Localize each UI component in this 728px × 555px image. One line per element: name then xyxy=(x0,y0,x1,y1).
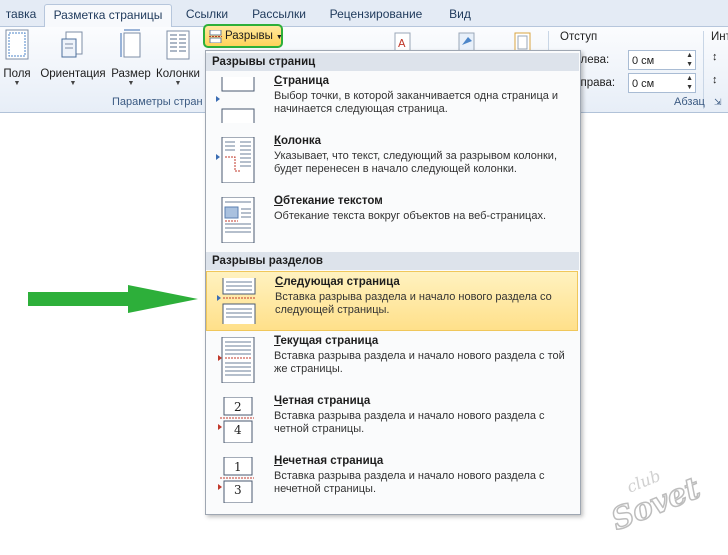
size-button[interactable]: Размер ▼ xyxy=(110,29,152,87)
club-sovet-watermark-logo: club Sovet xyxy=(606,466,706,535)
page-setup-group-label: Параметры стран xyxy=(112,96,203,108)
tab-mailings[interactable]: Рассылки xyxy=(245,4,313,25)
breaks-label: Разрывы xyxy=(225,30,273,42)
even-page-break-icon: 2 4 xyxy=(218,397,254,443)
even-thumb-num-bottom: 4 xyxy=(234,423,242,437)
tab-insert[interactable]: тавка xyxy=(0,4,44,25)
page-break-icon xyxy=(216,77,255,123)
menu-item-description: Вставка разрыва раздела и начало нового … xyxy=(274,350,565,375)
menu-item-title: Четная страница xyxy=(274,395,371,407)
spin-arrows-icon[interactable]: ▲ ▼ xyxy=(686,74,693,92)
menu-item-description: Вставка разрыва раздела и начало нового … xyxy=(274,410,545,435)
columns-icon xyxy=(166,30,190,60)
even-thumb-num-top: 2 xyxy=(234,400,242,414)
svg-text:A: A xyxy=(398,37,406,50)
menu-item-description: Указывает, что текст, следующий за разры… xyxy=(274,150,558,175)
page-breaks-header: Разрывы страниц xyxy=(206,53,579,71)
margins-icon xyxy=(5,29,29,60)
menu-item-page-break[interactable]: Страница Выбор точки, в которой заканчив… xyxy=(206,71,578,131)
columns-dropdown-icon: ▼ xyxy=(174,80,182,87)
indent-heading: Отступ xyxy=(560,31,598,43)
menu-item-column-break[interactable]: Колонка Указывает, что текст, следующий … xyxy=(206,131,578,191)
menu-item-even-page[interactable]: 2 4 Четная страница Вставка разрыва разд… xyxy=(206,391,578,451)
menu-item-next-page[interactable]: Следующая страница Вставка разрыва разде… xyxy=(206,271,578,331)
menu-item-description: Обтекание текста вокруг объектов на веб-… xyxy=(274,210,547,222)
menu-item-continuous[interactable]: Текущая страница Вставка разрыва раздела… xyxy=(206,331,578,391)
orientation-button[interactable]: Ориентация ▼ xyxy=(38,29,108,87)
paragraph-group-label: Абзац xyxy=(674,96,705,108)
orientation-icon xyxy=(61,31,83,58)
menu-item-description: Вставка разрыва раздела и начало нового … xyxy=(274,470,545,495)
chevron-down-icon: ▼ xyxy=(275,34,283,41)
columns-label: Колонки xyxy=(156,68,200,80)
orientation-label: Ориентация xyxy=(40,68,106,80)
odd-page-break-icon: 1 3 xyxy=(218,457,254,503)
margins-label: Поля xyxy=(3,68,31,80)
columns-button[interactable]: Колонки ▼ xyxy=(152,29,204,87)
orientation-dropdown-icon: ▼ xyxy=(69,80,77,87)
next-page-break-icon xyxy=(217,278,256,324)
page-size-icon xyxy=(120,29,141,58)
menu-item-title: Колонка xyxy=(274,135,322,147)
tab-references[interactable]: Ссылки xyxy=(178,4,236,25)
interval-before-icon: ↕ xyxy=(712,51,718,63)
dialog-launcher-icon[interactable]: ⇲ xyxy=(714,97,722,108)
section-breaks-header: Разрывы разделов xyxy=(206,252,579,270)
menu-item-description: Выбор точки, в которой заканчивается одн… xyxy=(274,90,559,115)
menu-item-title: Нечетная страница xyxy=(274,455,384,467)
tab-review[interactable]: Рецензирование xyxy=(324,4,428,25)
breaks-dropdown-menu: Разрывы страниц Страница Выбор точки, в … xyxy=(205,50,581,515)
indent-left-value: 0 см xyxy=(632,55,655,67)
menu-item-title: Текущая страница xyxy=(274,335,379,347)
margins-dropdown-icon: ▼ xyxy=(13,80,21,87)
menu-item-odd-page[interactable]: 1 3 Нечетная страница Вставка разрыва ра… xyxy=(206,451,578,511)
menu-item-title: Страница xyxy=(274,75,329,87)
spin-arrows-icon[interactable]: ▲ ▼ xyxy=(686,51,693,69)
menu-item-title: Следующая страница xyxy=(275,276,400,288)
odd-thumb-num-top: 1 xyxy=(234,460,242,474)
indent-right-input[interactable]: 0 см ▲ ▼ xyxy=(628,73,696,93)
margins-button[interactable]: Поля ▼ xyxy=(2,29,32,87)
tab-page-layout[interactable]: Разметка страницы xyxy=(44,4,172,27)
breaks-icon xyxy=(209,30,222,43)
continuous-break-icon xyxy=(218,337,255,383)
column-break-icon xyxy=(216,137,255,183)
breaks-button[interactable]: Разрывы ▼ xyxy=(203,24,283,48)
odd-thumb-num-bottom: 3 xyxy=(234,483,242,497)
green-arrow-annotation xyxy=(28,285,198,313)
indent-right-value: 0 см xyxy=(632,78,655,90)
indent-left-input[interactable]: 0 см ▲ ▼ xyxy=(628,50,696,70)
interval-after-icon: ↕ xyxy=(712,74,718,86)
size-dropdown-icon: ▼ xyxy=(127,80,135,87)
text-wrapping-icon xyxy=(221,197,255,243)
ribbon-tab-bar: тавка Разметка страницы Ссылки Рассылки … xyxy=(0,0,728,27)
size-label: Размер xyxy=(111,68,151,80)
menu-item-description: Вставка разрыва раздела и начало нового … xyxy=(275,291,552,316)
menu-item-title: Обтекание текстом xyxy=(274,195,383,207)
tab-view[interactable]: Вид xyxy=(440,4,480,25)
menu-item-text-wrapping[interactable]: Обтекание текстом Обтекание текста вокру… xyxy=(206,191,578,251)
interval-heading: Инт xyxy=(711,31,728,43)
